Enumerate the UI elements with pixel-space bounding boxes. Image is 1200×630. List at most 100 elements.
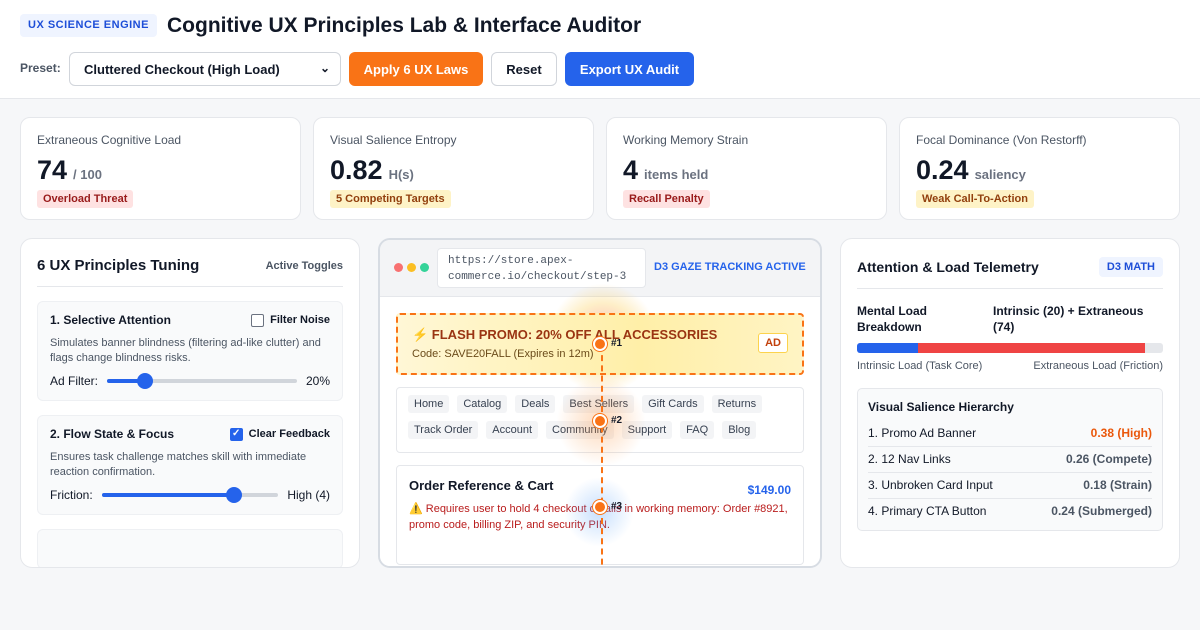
metric-value: 0.82 [330,155,383,185]
page-title: Cognitive UX Principles Lab & Interface … [167,14,642,37]
nav-link[interactable]: Catalog [457,395,508,413]
ad-filter-slider[interactable] [107,373,297,389]
panel-header: Attention & Load Telemetry D3 MATH [857,239,1163,289]
metric-unit: / 100 [73,167,102,182]
legend-extraneous: Extraneous Load (Friction) [1033,360,1163,372]
metric-card-focal-dominance: Focal Dominance (Von Restorff) 0.24 salie… [899,117,1180,220]
legend-intrinsic: Intrinsic Load (Task Core) [857,360,983,372]
panel-title: Attention & Load Telemetry [857,258,1039,275]
preset-select[interactable]: Cluttered Checkout (High Load) ⌄ [69,52,341,86]
telemetry-panel: Attention & Load Telemetry D3 MATH Menta… [840,238,1180,568]
nav-link[interactable]: Returns [711,395,763,413]
principles-tuning-panel: 6 UX Principles Tuning Active Toggles 1.… [20,238,360,568]
checkbox-checked[interactable]: ✓ [229,427,243,441]
checkbox-label: Clear Feedback [248,428,330,440]
metric-value: 4 [623,155,639,185]
slider-thumb[interactable] [226,487,243,503]
salience-hierarchy: Visual Salience Hierarchy 1. Promo Ad Ba… [857,388,1163,531]
nav-link[interactable]: FAQ [680,421,715,439]
metric-card-salience-entropy: Visual Salience Entropy 0.82 H(s) 5 Compe… [313,117,594,220]
intrinsic-load-segment [857,343,919,353]
hierarchy-item-name: 4. Primary CTA Button [868,504,987,518]
d3-math-badge: D3 MATH [1098,256,1163,277]
preset-label: Preset: [20,61,61,75]
panel-title: 6 UX Principles Tuning [37,257,200,274]
interface-preview-panel: https://store.apex-commerce.io/checkout/… [378,238,822,568]
clear-feedback-checkbox[interactable]: ✓ Clear Feedback [229,427,330,441]
status-badge: Weak Call-To-Action [916,190,1034,208]
metric-label: Focal Dominance (Von Restorff) [916,133,1087,147]
hierarchy-row: 1. Promo Ad Banner 0.38 (High) [868,421,1152,447]
preview-viewport: ⚡ FLASH PROMO: 20% OFF ALL ACCESSORIES C… [380,283,820,566]
mental-load-bar [857,343,1163,353]
slider-thumb[interactable] [137,373,153,389]
apply-ux-laws-button[interactable]: Apply 6 UX Laws [349,52,483,86]
browser-toolbar: https://store.apex-commerce.io/checkout/… [380,240,820,297]
preset-select-value: Cluttered Checkout (High Load) [84,61,280,77]
hierarchy-row: 4. Primary CTA Button 0.24 (Submerged) [868,499,1152,524]
nav-link[interactable]: Gift Cards [642,395,704,413]
cart-price: $149.00 [747,483,791,497]
checkbox-unchecked[interactable] [251,313,265,327]
hierarchy-item-score: 0.38 (High) [1090,426,1152,440]
status-badge: 5 Competing Targets [330,190,451,208]
hierarchy-title: Visual Salience Hierarchy [868,400,1014,414]
nav-link[interactable]: Account [486,421,539,439]
window-maximize-dot [420,263,429,272]
chevron-down-icon: ⌄ [319,61,330,75]
nav-link[interactable]: Track Order [408,421,479,439]
load-breakdown-value: Intrinsic (20) + Extraneous (74) [993,304,1144,334]
gaze-point-label: #2 [611,415,623,426]
ad-badge: AD [758,333,788,353]
gaze-path-line [601,345,603,566]
checkbox-label: Filter Noise [270,314,330,326]
metric-value: 74 [37,155,68,185]
gaze-point-label: #3 [611,501,623,512]
url-bar[interactable]: https://store.apex-commerce.io/checkout/… [437,248,646,288]
metric-label: Extraneous Cognitive Load [37,133,182,147]
principle-title: 1. Selective Attention [50,313,171,327]
window-minimize-dot [407,263,416,272]
filter-noise-checkbox[interactable]: Filter Noise [251,313,330,327]
metric-label: Visual Salience Entropy [330,133,457,147]
nav-link[interactable]: Deals [515,395,556,413]
metric-card-cognitive-load: Extraneous Cognitive Load 74 / 100 Overlo… [20,117,301,220]
hierarchy-item-score: 0.26 (Compete) [1065,452,1152,466]
metric-unit: H(s) [388,167,414,182]
gaze-point [593,500,607,514]
window-close-dot [394,263,403,272]
principle-card-collapsed [37,529,343,567]
slider-value: High (4) [287,488,330,502]
metric-value: 0.24 [916,155,969,185]
nav-link[interactable]: Home [408,395,450,413]
slider-label: Ad Filter: [50,374,99,388]
hierarchy-item-name: 1. Promo Ad Banner [868,426,977,440]
hierarchy-row: 3. Unbroken Card Input 0.18 (Strain) [868,473,1152,499]
nav-link[interactable]: Support [621,421,673,439]
metric-card-memory-strain: Working Memory Strain 4 items held Recall… [606,117,887,220]
hierarchy-item-score: 0.24 (Submerged) [1051,504,1152,518]
extraneous-load-segment [918,343,1145,353]
slider-label: Friction: [50,488,93,502]
metric-label: Working Memory Strain [623,133,749,147]
nav-link[interactable]: Blog [722,421,757,439]
load-breakdown-label: Mental Load Breakdown [857,304,928,334]
gaze-point [593,337,607,351]
order-cart-card: Order Reference & Cart $149.00 ⚠️ Requir… [396,465,804,565]
hierarchy-item-name: 3. Unbroken Card Input [868,478,993,492]
principle-flow-state: 2. Flow State & Focus ✓ Clear Feedback E… [37,415,343,515]
engine-badge: UX SCIENCE ENGINE [20,14,157,37]
active-toggles-label: Active Toggles [265,259,343,272]
metric-unit: saliency [974,167,1026,182]
hierarchy-row: 2. 12 Nav Links 0.26 (Compete) [868,447,1152,473]
reset-button[interactable]: Reset [491,52,557,86]
nav-link[interactable]: Best Sellers [563,395,635,413]
export-audit-button[interactable]: Export UX Audit [565,52,694,86]
principle-description: Simulates banner blindness (filtering ad… [50,337,321,364]
hierarchy-item-score: 0.18 (Strain) [1083,478,1152,492]
hierarchy-item-name: 2. 12 Nav Links [868,452,951,466]
friction-slider[interactable] [101,487,279,503]
gaze-point [593,414,607,428]
app-header: UX SCIENCE ENGINE Cognitive UX Principle… [0,0,1200,99]
principle-description: Ensures task challenge matches skill wit… [50,451,307,478]
